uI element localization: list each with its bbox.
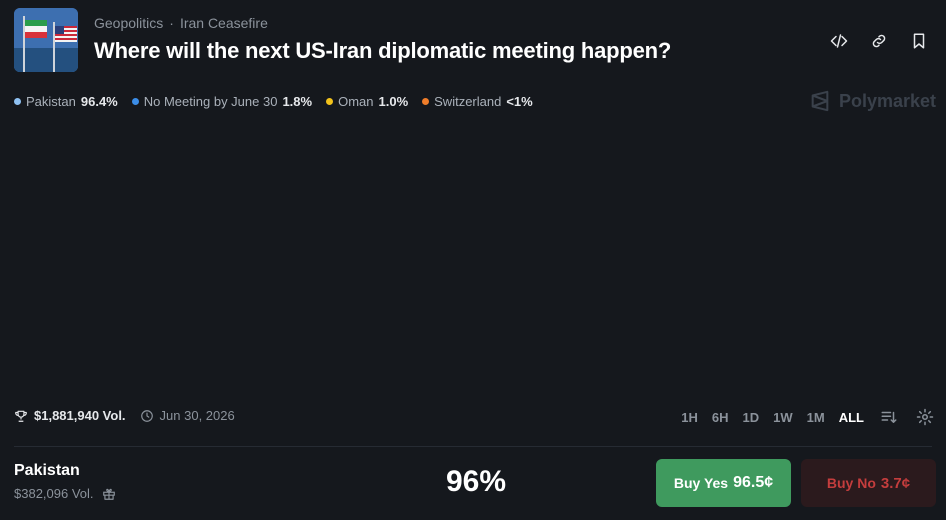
breadcrumb-category[interactable]: Geopolitics [94, 15, 163, 31]
end-date-info: Jun 30, 2026 [140, 408, 235, 423]
outcome-probability: 96% [446, 465, 507, 498]
clock-icon [140, 409, 153, 422]
legend-item-oman: Oman 1.0% [326, 94, 408, 109]
iran-us-flags-image [14, 8, 78, 72]
market-title: Where will the next US-Iran diplomatic m… [94, 38, 672, 63]
legend-dot [131, 98, 139, 105]
range-1h[interactable]: 1H [681, 410, 698, 425]
range-1m[interactable]: 1M [807, 410, 825, 425]
gift-icon[interactable] [102, 487, 116, 501]
volume-info: $1,881,940 Vol. [14, 408, 126, 423]
range-1w[interactable]: 1W [773, 410, 793, 425]
legend-item-pakistan: Pakistan 96.4% [14, 94, 118, 109]
total-volume: $1,881,940 Vol. [34, 408, 126, 423]
bookmark-button[interactable] [908, 30, 930, 52]
brand-name: Polymarket [838, 90, 936, 111]
copy-link-button[interactable] [868, 30, 890, 52]
time-range-selector: 1H 6H 1D 1W 1M ALL [681, 406, 936, 428]
legend-label: No Meeting by June 30 [143, 94, 278, 109]
legend-item-no-meeting: No Meeting by June 30 1.8% [131, 94, 313, 109]
buy-no-price: 3.7¢ [880, 474, 911, 492]
buy-no-button[interactable]: Buy No 3.7¢ [801, 459, 936, 507]
legend-dot [422, 98, 430, 105]
range-all[interactable]: ALL [839, 410, 864, 425]
chart-legend: Pakistan 96.4% No Meeting by June 30 1.8… [14, 94, 533, 109]
breadcrumb-separator: · [169, 15, 174, 31]
section-divider [14, 446, 932, 447]
link-icon [872, 34, 886, 48]
sort-button[interactable] [878, 406, 900, 428]
polymarket-watermark: Polymarket [809, 90, 936, 112]
legend-label: Switzerland [434, 94, 502, 109]
end-date: Jun 30, 2026 [159, 408, 235, 423]
breadcrumb-subcategory[interactable]: Iran Ceasefire [180, 15, 268, 31]
settings-button[interactable] [914, 406, 936, 428]
gear-icon [916, 408, 934, 426]
header-actions [828, 30, 930, 52]
code-icon [830, 34, 848, 48]
legend-value: 96.4% [80, 94, 118, 109]
breadcrumb: Geopolitics · Iran Ceasefire [94, 15, 268, 31]
outcome-volume: $382,096 Vol. [14, 486, 94, 501]
outcome-name: Pakistan [14, 462, 80, 479]
buy-no-label: Buy No [826, 475, 876, 491]
outcome-volume-row: $382,096 Vol. [14, 486, 116, 501]
buy-yes-price: 96.5¢ [733, 474, 774, 491]
legend-value: 1.0% [378, 94, 409, 109]
legend-item-switzerland: Switzerland <1% [422, 94, 533, 109]
market-meta: $1,881,940 Vol. Jun 30, 2026 [14, 408, 235, 423]
legend-label: Oman [338, 94, 374, 109]
legend-label: Pakistan [26, 94, 76, 109]
bookmark-icon [913, 33, 925, 49]
legend-dot [326, 98, 334, 105]
sort-icon [881, 411, 897, 423]
legend-value: <1% [506, 94, 533, 109]
legend-value: 1.8% [282, 94, 313, 109]
buy-yes-button[interactable]: Buy Yes 96.5¢ [656, 459, 791, 507]
price-chart-area[interactable] [14, 120, 932, 395]
polymarket-logo-icon [811, 90, 829, 112]
market-thumbnail [14, 8, 78, 72]
range-1d[interactable]: 1D [743, 410, 760, 425]
range-6h[interactable]: 6H [712, 410, 729, 425]
buy-yes-label: Buy Yes [673, 475, 729, 491]
trophy-icon [15, 410, 27, 422]
embed-button[interactable] [828, 30, 850, 52]
legend-dot [14, 98, 21, 105]
